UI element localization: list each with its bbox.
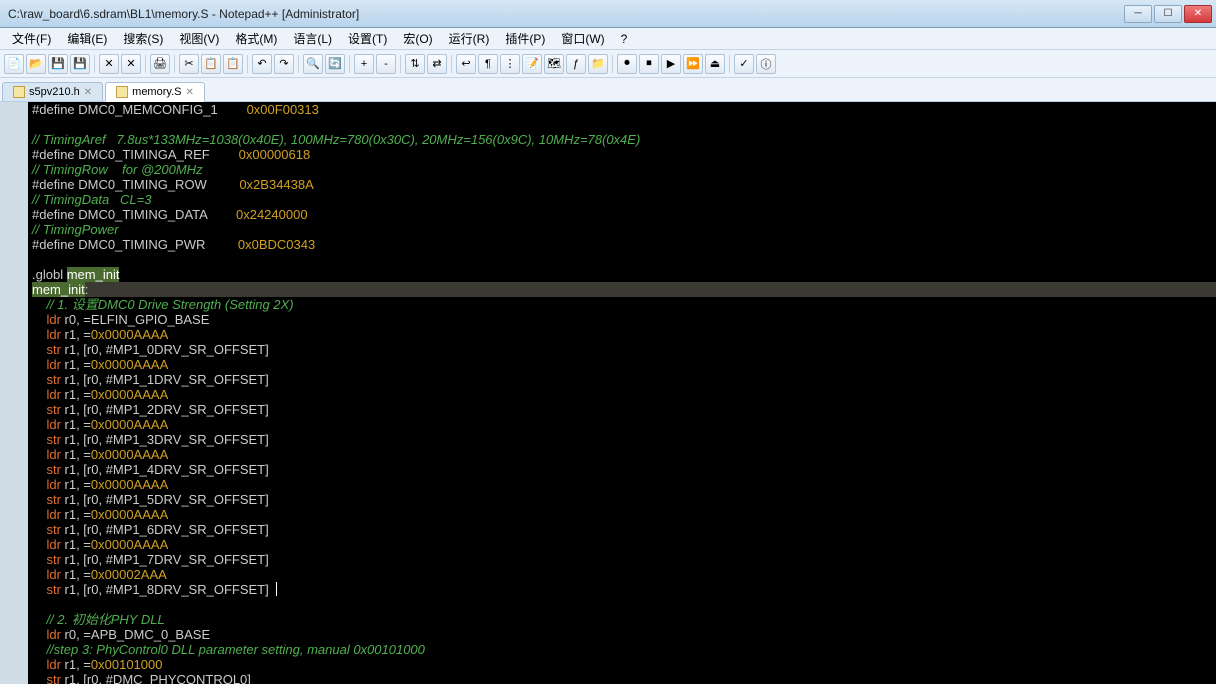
current-line: mem_init:: [32, 282, 1216, 297]
minimize-button[interactable]: ─: [1124, 5, 1152, 23]
separator: [174, 55, 175, 73]
cut-icon[interactable]: ✂: [179, 54, 199, 74]
fast-run-icon[interactable]: ⏩: [683, 54, 703, 74]
tab-close-icon[interactable]: ✕: [185, 87, 193, 98]
highlighted-word: mem_init: [67, 267, 120, 282]
close-button[interactable]: ✕: [1184, 5, 1212, 23]
file-icon: [13, 86, 25, 98]
close-all-icon[interactable]: ✕: [121, 54, 141, 74]
separator: [349, 55, 350, 73]
menu-view[interactable]: 视图(V): [171, 28, 227, 49]
window-title: C:\raw_board\6.sdram\BL1\memory.S - Note…: [4, 7, 1124, 21]
zoom-in-icon[interactable]: +: [354, 54, 374, 74]
menu-plugins[interactable]: 插件(P): [497, 28, 553, 49]
redo-icon[interactable]: ↷: [274, 54, 294, 74]
editor-area[interactable]: #define DMC0_MEMCONFIG_1 0x00F00313 // T…: [0, 102, 1216, 684]
user-lang-icon[interactable]: 📝: [522, 54, 542, 74]
doc-map-icon[interactable]: 🗺: [544, 54, 564, 74]
toolbar: 📄 📂 💾 💾 ✕ ✕ 🖨 ✂ 📋 📋 ↶ ↷ 🔍 🔄 + - ⇅ ⇄ ↩ ¶ …: [0, 50, 1216, 78]
replace-icon[interactable]: 🔄: [325, 54, 345, 74]
close-file-icon[interactable]: ✕: [99, 54, 119, 74]
tab-label: memory.S: [132, 86, 181, 98]
menu-macro[interactable]: 宏(O): [395, 28, 440, 49]
menu-settings[interactable]: 设置(T): [340, 28, 395, 49]
menu-run[interactable]: 运行(R): [441, 28, 498, 49]
folder-icon[interactable]: 📁: [588, 54, 608, 74]
open-file-icon[interactable]: 📂: [26, 54, 46, 74]
separator: [298, 55, 299, 73]
tab-label: s5pv210.h: [29, 86, 80, 98]
menu-file[interactable]: 文件(F): [4, 28, 59, 49]
tab-close-icon[interactable]: ✕: [84, 87, 92, 98]
undo-icon[interactable]: ↶: [252, 54, 272, 74]
separator: [400, 55, 401, 73]
separator: [612, 55, 613, 73]
sync-h-icon[interactable]: ⇄: [427, 54, 447, 74]
zoom-out-icon[interactable]: -: [376, 54, 396, 74]
text-caret: [276, 582, 277, 596]
paste-icon[interactable]: 📋: [223, 54, 243, 74]
separator: [451, 55, 452, 73]
print-icon[interactable]: 🖨: [150, 54, 170, 74]
show-all-chars-icon[interactable]: ¶: [478, 54, 498, 74]
sync-v-icon[interactable]: ⇅: [405, 54, 425, 74]
window-buttons: ─ ☐ ✕: [1124, 5, 1212, 23]
maximize-button[interactable]: ☐: [1154, 5, 1182, 23]
about-icon[interactable]: ⓘ: [756, 54, 776, 74]
separator: [729, 55, 730, 73]
save-all-icon[interactable]: 💾: [70, 54, 90, 74]
save-macro-icon[interactable]: ⏏: [705, 54, 725, 74]
menu-edit[interactable]: 编辑(E): [59, 28, 115, 49]
menu-window[interactable]: 窗口(W): [553, 28, 612, 49]
separator: [247, 55, 248, 73]
highlighted-word: mem_init: [32, 282, 85, 297]
menu-language[interactable]: 语言(L): [285, 28, 340, 49]
code-content[interactable]: #define DMC0_MEMCONFIG_1 0x00F00313 // T…: [28, 102, 1216, 684]
play-macro-icon[interactable]: ▶: [661, 54, 681, 74]
file-icon: [116, 86, 128, 98]
menu-bar: 文件(F) 编辑(E) 搜索(S) 视图(V) 格式(M) 语言(L) 设置(T…: [0, 28, 1216, 50]
menu-search[interactable]: 搜索(S): [115, 28, 171, 49]
wordwrap-icon[interactable]: ↩: [456, 54, 476, 74]
indent-guide-icon[interactable]: ⋮: [500, 54, 520, 74]
line-gutter: [0, 102, 28, 684]
window-titlebar: C:\raw_board\6.sdram\BL1\memory.S - Note…: [0, 0, 1216, 28]
save-icon[interactable]: 💾: [48, 54, 68, 74]
new-file-icon[interactable]: 📄: [4, 54, 24, 74]
find-icon[interactable]: 🔍: [303, 54, 323, 74]
spellcheck-icon[interactable]: ✓: [734, 54, 754, 74]
menu-format[interactable]: 格式(M): [227, 28, 285, 49]
separator: [145, 55, 146, 73]
tab-bar: s5pv210.h ✕ memory.S ✕: [0, 78, 1216, 102]
copy-icon[interactable]: 📋: [201, 54, 221, 74]
stop-macro-icon[interactable]: ⏹: [639, 54, 659, 74]
separator: [94, 55, 95, 73]
tab-memory[interactable]: memory.S ✕: [105, 82, 205, 102]
func-list-icon[interactable]: ƒ: [566, 54, 586, 74]
menu-help[interactable]: ?: [613, 30, 636, 48]
record-macro-icon[interactable]: ⏺: [617, 54, 637, 74]
tab-s5pv210[interactable]: s5pv210.h ✕: [2, 82, 103, 101]
